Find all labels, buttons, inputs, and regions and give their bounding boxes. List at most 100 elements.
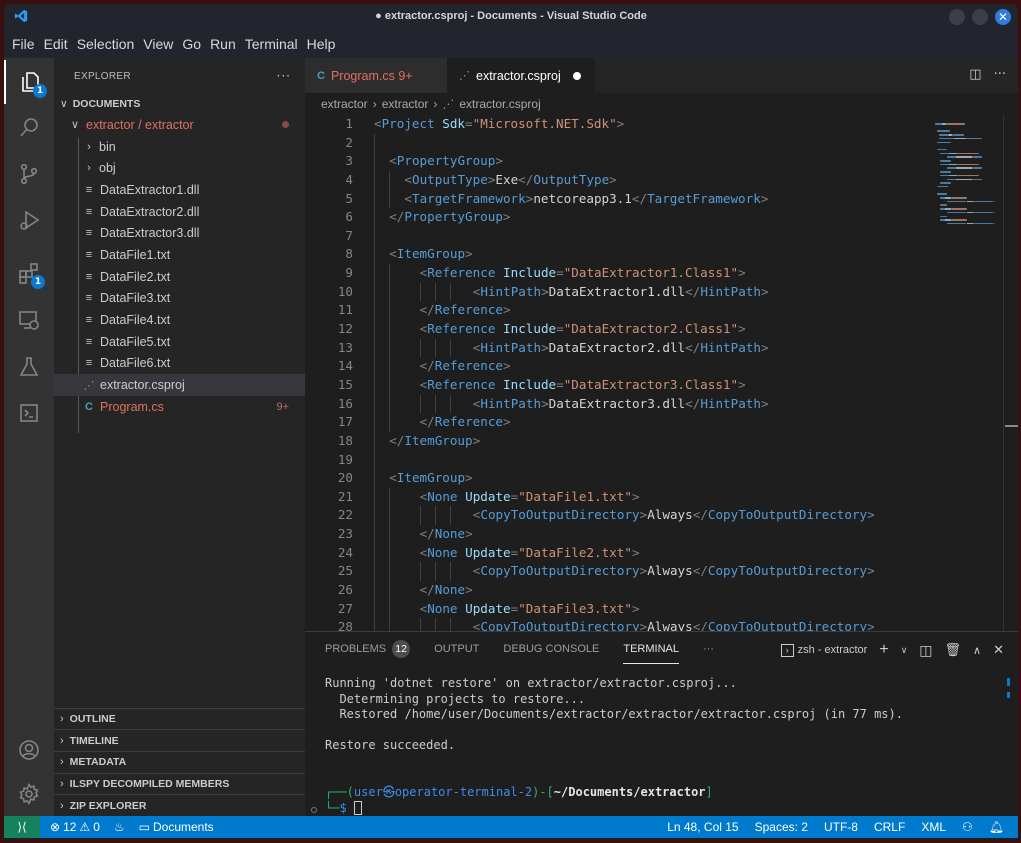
menu-help[interactable]: Help bbox=[307, 36, 336, 52]
activity-accounts[interactable] bbox=[4, 728, 54, 772]
tree-item-program-cs[interactable]: C Program.cs 9+ bbox=[54, 396, 305, 418]
tree-item-bin[interactable]: › bin bbox=[54, 136, 305, 158]
section-outline[interactable]: › OUTLINE bbox=[54, 707, 305, 730]
section-ilspy[interactable]: › ILSPY DECOMPILED MEMBERS bbox=[54, 772, 305, 795]
command-decoration-icon[interactable] bbox=[311, 807, 317, 813]
tree-item-dataextractor3[interactable]: ≡ DataExtractor3.dll bbox=[54, 222, 305, 244]
code-line[interactable]: 28 <CopyToOutputDirectory>Always</CopyToO… bbox=[305, 618, 925, 631]
code-line[interactable]: 1 <Project Sdk="Microsoft.NET.Sdk"> bbox=[305, 115, 925, 134]
explorer-more-actions[interactable]: ··· bbox=[277, 69, 291, 83]
code-line[interactable]: 24 <None Update="DataFile2.txt"> bbox=[305, 543, 925, 563]
close-window-button[interactable]: ✕ bbox=[995, 9, 1011, 25]
panel-tab-output[interactable]: OUTPUT bbox=[434, 643, 479, 655]
code-line[interactable]: 13 <HintPath>DataExtractor2.dll</HintPath… bbox=[305, 338, 925, 358]
problems-status[interactable]: ⊗ 12 ⚠ 0 bbox=[50, 820, 100, 834]
breadcrumb-item[interactable]: extractor bbox=[382, 97, 429, 111]
minimap[interactable] bbox=[925, 115, 1003, 631]
section-documents[interactable]: ∨ DOCUMENTS bbox=[54, 94, 305, 114]
code-line[interactable]: 27 <None Update="DataFile3.txt"> bbox=[305, 599, 925, 619]
more-actions-icon[interactable]: ··· bbox=[994, 67, 1006, 82]
terminal-output[interactable]: Running 'dotnet restore' on extractor/ex… bbox=[325, 676, 903, 816]
cursor-position[interactable]: Ln 48, Col 15 bbox=[667, 820, 738, 834]
tab-program-cs[interactable]: C Program.cs 9+ bbox=[305, 58, 447, 93]
section-zip-explorer[interactable]: › ZIP EXPLORER bbox=[54, 794, 305, 816]
section-metadata[interactable]: › METADATA bbox=[54, 750, 305, 773]
language-mode[interactable]: XML bbox=[921, 820, 946, 834]
trash-icon[interactable]: 🗑 bbox=[945, 642, 962, 658]
panel-tab-terminal[interactable]: TERMINAL bbox=[623, 643, 679, 664]
section-timeline[interactable]: › TIMELINE bbox=[54, 729, 305, 751]
code-line[interactable]: 20 <ItemGroup> bbox=[305, 469, 925, 488]
tree-item-datafile6[interactable]: ≡ DataFile6.txt bbox=[54, 353, 305, 375]
folder-extractor[interactable]: ∨ extractor / extractor bbox=[54, 114, 305, 136]
terminal-selector[interactable]: › zsh - extractor bbox=[780, 643, 867, 657]
split-editor-icon[interactable]: ◫ bbox=[969, 67, 981, 82]
code-line[interactable]: 14 </Reference> bbox=[305, 357, 925, 376]
unsaved-dot-icon[interactable] bbox=[572, 71, 581, 80]
breadcrumb-item[interactable]: extractor.csproj bbox=[459, 97, 540, 111]
code-line[interactable]: 5 <TargetFramework>netcoreapp3.1</TargetF… bbox=[305, 189, 925, 209]
code-line[interactable]: 15 <Reference Include="DataExtractor3.Cla… bbox=[305, 375, 925, 395]
split-terminal-icon[interactable]: ◫ bbox=[919, 642, 932, 659]
code-line[interactable]: 10 <HintPath>DataExtractor1.dll</HintPath… bbox=[305, 282, 925, 302]
code-editor[interactable]: 1 <Project Sdk="Microsoft.NET.Sdk"> 2 3 <Pro… bbox=[305, 115, 925, 631]
bell-icon[interactable]: 🔔︎ bbox=[989, 820, 1004, 834]
indentation[interactable]: Spaces: 2 bbox=[755, 820, 808, 834]
menu-file[interactable]: File bbox=[12, 36, 35, 52]
menu-selection[interactable]: Selection bbox=[77, 36, 135, 52]
remote-indicator[interactable]: ⟩⟨ bbox=[4, 816, 40, 838]
code-line[interactable]: 21 <None Update="DataFile1.txt"> bbox=[305, 487, 925, 507]
maximize-panel-icon[interactable]: ∧ bbox=[973, 644, 981, 657]
code-line[interactable]: 6 </PropertyGroup> bbox=[305, 208, 925, 227]
minimize-button[interactable] bbox=[949, 9, 965, 25]
code-line[interactable]: 16 <HintPath>DataExtractor3.dll</HintPath… bbox=[305, 394, 925, 414]
code-line[interactable]: 26 </None> bbox=[305, 581, 925, 600]
breadcrumb-item[interactable]: extractor bbox=[321, 97, 368, 111]
code-line[interactable]: 25 <CopyToOutputDirectory>Always</CopyToO… bbox=[305, 562, 925, 582]
tab-extractor-csproj[interactable]: ⋰ extractor.csproj bbox=[447, 58, 595, 93]
code-line[interactable]: 4 <OutputType>Exe</OutputType> bbox=[305, 170, 925, 190]
activity-extensions[interactable]: 1 bbox=[4, 251, 54, 295]
activity-terminal[interactable] bbox=[4, 391, 54, 435]
tree-item-obj[interactable]: › obj bbox=[54, 157, 305, 179]
activity-testing[interactable] bbox=[4, 345, 54, 389]
panel-tab-debug-console[interactable]: DEBUG CONSOLE bbox=[503, 643, 599, 655]
code-line[interactable]: 17 </Reference> bbox=[305, 413, 925, 432]
code-line[interactable]: 12 <Reference Include="DataExtractor2.Cla… bbox=[305, 320, 925, 339]
panel-tab-problems[interactable]: PROBLEMS 12 bbox=[325, 640, 411, 658]
activity-search[interactable] bbox=[4, 106, 54, 150]
code-line[interactable]: 11 </Reference> bbox=[305, 301, 925, 321]
tree-item-datafile1[interactable]: ≡ DataFile1.txt bbox=[54, 244, 305, 266]
panel-more-icon[interactable]: ··· bbox=[703, 643, 714, 655]
activity-source-control[interactable] bbox=[4, 152, 54, 196]
activity-run-debug[interactable] bbox=[4, 198, 54, 242]
tree-item-datafile3[interactable]: ≡ DataFile3.txt bbox=[54, 288, 305, 310]
line-ending[interactable]: CRLF bbox=[874, 820, 905, 834]
code-line[interactable]: 19 bbox=[305, 450, 925, 470]
code-line[interactable]: 22 <CopyToOutputDirectory>Always</CopyToO… bbox=[305, 506, 925, 526]
tree-item-datafile4[interactable]: ≡ DataFile4.txt bbox=[54, 309, 305, 331]
close-panel-icon[interactable]: ✕ bbox=[993, 642, 1004, 658]
chevron-down-icon[interactable]: ∨ bbox=[901, 645, 908, 656]
menu-terminal[interactable]: Terminal bbox=[245, 36, 298, 52]
code-line[interactable]: 23 </None> bbox=[305, 525, 925, 544]
code-line[interactable]: 2 bbox=[305, 133, 925, 153]
tree-item-dataextractor2[interactable]: ≡ DataExtractor2.dll bbox=[54, 201, 305, 223]
encoding[interactable]: UTF-8 bbox=[824, 820, 858, 834]
tree-item-dataextractor1[interactable]: ≡ DataExtractor1.dll bbox=[54, 179, 305, 201]
menu-view[interactable]: View bbox=[143, 36, 173, 52]
code-line[interactable]: 18 </ItemGroup> bbox=[305, 431, 925, 451]
tree-item-datafile5[interactable]: ≡ DataFile5.txt bbox=[54, 331, 305, 353]
flame-status[interactable]: ♨ bbox=[114, 820, 125, 834]
code-line[interactable]: 9 <Reference Include="DataExtractor1.Clas… bbox=[305, 264, 925, 283]
tree-item-datafile2[interactable]: ≡ DataFile2.txt bbox=[54, 266, 305, 288]
code-line[interactable]: 7 bbox=[305, 226, 925, 246]
maximize-button[interactable] bbox=[972, 9, 988, 25]
editor-scrollbar[interactable] bbox=[1003, 115, 1018, 631]
menu-run[interactable]: Run bbox=[210, 36, 236, 52]
new-terminal-icon[interactable]: + bbox=[879, 641, 888, 659]
folder-status[interactable]: ▭ Documents bbox=[139, 820, 214, 834]
code-line[interactable]: 8 <ItemGroup> bbox=[305, 245, 925, 265]
tree-item-extractor-csproj[interactable]: ⋰ extractor.csproj bbox=[54, 374, 305, 396]
feedback-icon[interactable]: ⚇ bbox=[962, 820, 973, 834]
